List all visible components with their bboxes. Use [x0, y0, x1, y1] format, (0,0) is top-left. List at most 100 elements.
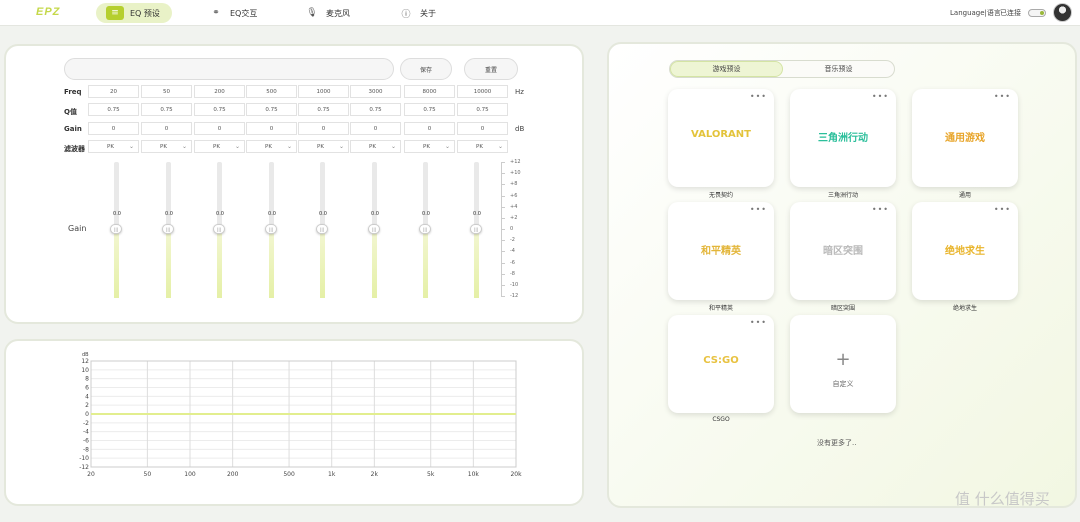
nav-tab-label: 关于	[420, 8, 436, 18]
preset-card[interactable]: ••• 和平精英	[668, 202, 774, 300]
preset-card[interactable]: ••• 三角洲行动	[790, 89, 896, 187]
no-more-text: 没有更多了..	[817, 439, 857, 447]
scale-tick	[501, 240, 505, 242]
gain-slider-fill	[372, 230, 377, 298]
custom-preset-card[interactable]: + 自定义	[790, 315, 896, 413]
more-options-icon[interactable]: •••	[994, 92, 1011, 101]
y-tick-label: -6	[83, 438, 89, 445]
tab-music-presets[interactable]: 音乐预设	[783, 61, 894, 77]
info-icon: ⓘ	[401, 9, 411, 20]
q-cell[interactable]: 0.75	[298, 103, 349, 116]
nav-tab-eq-preset[interactable]: ≡ EQ 预设	[96, 3, 172, 23]
freq-cell[interactable]: 8000	[404, 85, 455, 98]
scale-tick-label: -12	[510, 293, 519, 299]
scale-tick-label: -2	[510, 237, 515, 244]
filter-value: PK	[265, 143, 272, 150]
x-tick-label: 500	[283, 471, 295, 478]
tab-game-presets[interactable]: 游戏预设	[670, 61, 783, 77]
gain-slider-knob[interactable]: |||	[265, 224, 277, 234]
freq-cell[interactable]: 1000	[298, 85, 349, 98]
more-options-icon[interactable]: •••	[750, 318, 767, 327]
gain-slider-knob[interactable]: |||	[368, 224, 380, 234]
y-axis-label: dB	[82, 352, 89, 358]
gain-cell[interactable]: 0	[350, 122, 401, 135]
more-options-icon[interactable]: •••	[750, 205, 767, 214]
filter-select[interactable]: PK ⌄	[457, 140, 508, 153]
gain-cell[interactable]: 0	[246, 122, 297, 135]
nav-tab-eq-interact[interactable]: ⚭ EQ交互	[198, 3, 269, 23]
freq-row-label: Freq	[64, 88, 82, 96]
q-cell[interactable]: 0.75	[88, 103, 139, 116]
game-logo: 和平精英	[701, 246, 741, 257]
more-options-icon[interactable]: •••	[872, 92, 889, 101]
freq-cell[interactable]: 200	[194, 85, 245, 98]
freq-cell[interactable]: 20	[88, 85, 139, 98]
gain-slider-value: 0.0	[319, 211, 327, 217]
filter-select[interactable]: PK ⌄	[246, 140, 297, 153]
connection-toggle[interactable]	[1028, 9, 1046, 17]
eq-response-chart: 121086420-2-4-6-8-10-1220 50 100 200 500 1k 2k…	[79, 352, 522, 478]
filter-select[interactable]: PK ⌄	[404, 140, 455, 153]
chevron-down-icon: ⌄	[234, 143, 240, 150]
save-button[interactable]: 保存	[400, 58, 452, 80]
more-options-icon[interactable]: •••	[750, 92, 767, 101]
preset-card-label: CSGO	[712, 416, 730, 423]
q-cell[interactable]: 0.75	[141, 103, 192, 116]
language-switch[interactable]: Language|语言	[950, 8, 1001, 18]
freq-cell[interactable]: 10000	[457, 85, 508, 98]
filter-select[interactable]: PK ⌄	[88, 140, 139, 153]
x-tick-label: 100	[184, 471, 196, 478]
gain-cell[interactable]: 0	[194, 122, 245, 135]
x-tick-label: 50	[144, 471, 152, 478]
gain-slider-knob[interactable]: |||	[162, 224, 174, 234]
freq-cell[interactable]: 3000	[350, 85, 401, 98]
filter-select[interactable]: PK ⌄	[298, 140, 349, 153]
more-options-icon[interactable]: •••	[872, 205, 889, 214]
gain-slider-value: 0.0	[216, 211, 224, 217]
more-options-icon[interactable]: •••	[994, 205, 1011, 214]
q-cell[interactable]: 0.75	[246, 103, 297, 116]
gain-cell[interactable]: 0	[298, 122, 349, 135]
gain-cell[interactable]: 0	[141, 122, 192, 135]
scale-tick-label: -4	[510, 248, 515, 255]
freq-unit: Hz	[515, 88, 524, 96]
x-tick-label: 20	[87, 471, 95, 478]
preset-card[interactable]: ••• 暗区突围	[790, 202, 896, 300]
y-tick-label: 4	[85, 393, 89, 400]
avatar[interactable]	[1053, 3, 1072, 22]
gain-slider-knob[interactable]: |||	[316, 224, 328, 234]
plus-icon: +	[835, 349, 851, 370]
scale-tick	[501, 195, 505, 197]
gain-cell[interactable]: 0	[88, 122, 139, 135]
preset-card[interactable]: ••• VALORANT	[668, 89, 774, 187]
x-tick-label: 200	[227, 471, 239, 478]
reset-button[interactable]: 重置	[464, 58, 518, 80]
gain-cell[interactable]: 0	[457, 122, 508, 135]
freq-cell[interactable]: 50	[141, 85, 192, 98]
filter-select[interactable]: PK ⌄	[141, 140, 192, 153]
y-tick-label: 8	[85, 376, 89, 383]
gain-slider-fill	[269, 230, 274, 298]
gain-slider-knob[interactable]: |||	[470, 224, 482, 234]
gain-slider-knob[interactable]: |||	[419, 224, 431, 234]
filter-select[interactable]: PK ⌄	[350, 140, 401, 153]
filter-select[interactable]: PK ⌄	[194, 140, 245, 153]
microphone-icon: 🎙	[306, 8, 318, 18]
q-cell[interactable]: 0.75	[404, 103, 455, 116]
nav-tab-microphone[interactable]: 🎙 麦克风	[294, 3, 362, 23]
preset-card[interactable]: ••• 通用游戏	[912, 89, 1018, 187]
preset-name-input[interactable]	[64, 58, 394, 80]
gain-slider-knob[interactable]: |||	[110, 224, 122, 234]
preset-card[interactable]: ••• CS:GO	[668, 315, 774, 413]
freq-cell[interactable]: 500	[246, 85, 297, 98]
preset-card-label: 和平精英	[708, 305, 733, 312]
preset-card[interactable]: ••• 绝地求生	[912, 202, 1018, 300]
gain-slider-knob[interactable]: |||	[213, 224, 225, 234]
x-tick-label: 2k	[371, 471, 379, 478]
gain-cell[interactable]: 0	[404, 122, 455, 135]
nav-tab-about[interactable]: ⓘ 关于	[388, 3, 448, 23]
q-cell[interactable]: 0.75	[194, 103, 245, 116]
q-cell[interactable]: 0.75	[350, 103, 401, 116]
filter-value: PK	[423, 143, 430, 150]
q-cell[interactable]: 0.75	[457, 103, 508, 116]
